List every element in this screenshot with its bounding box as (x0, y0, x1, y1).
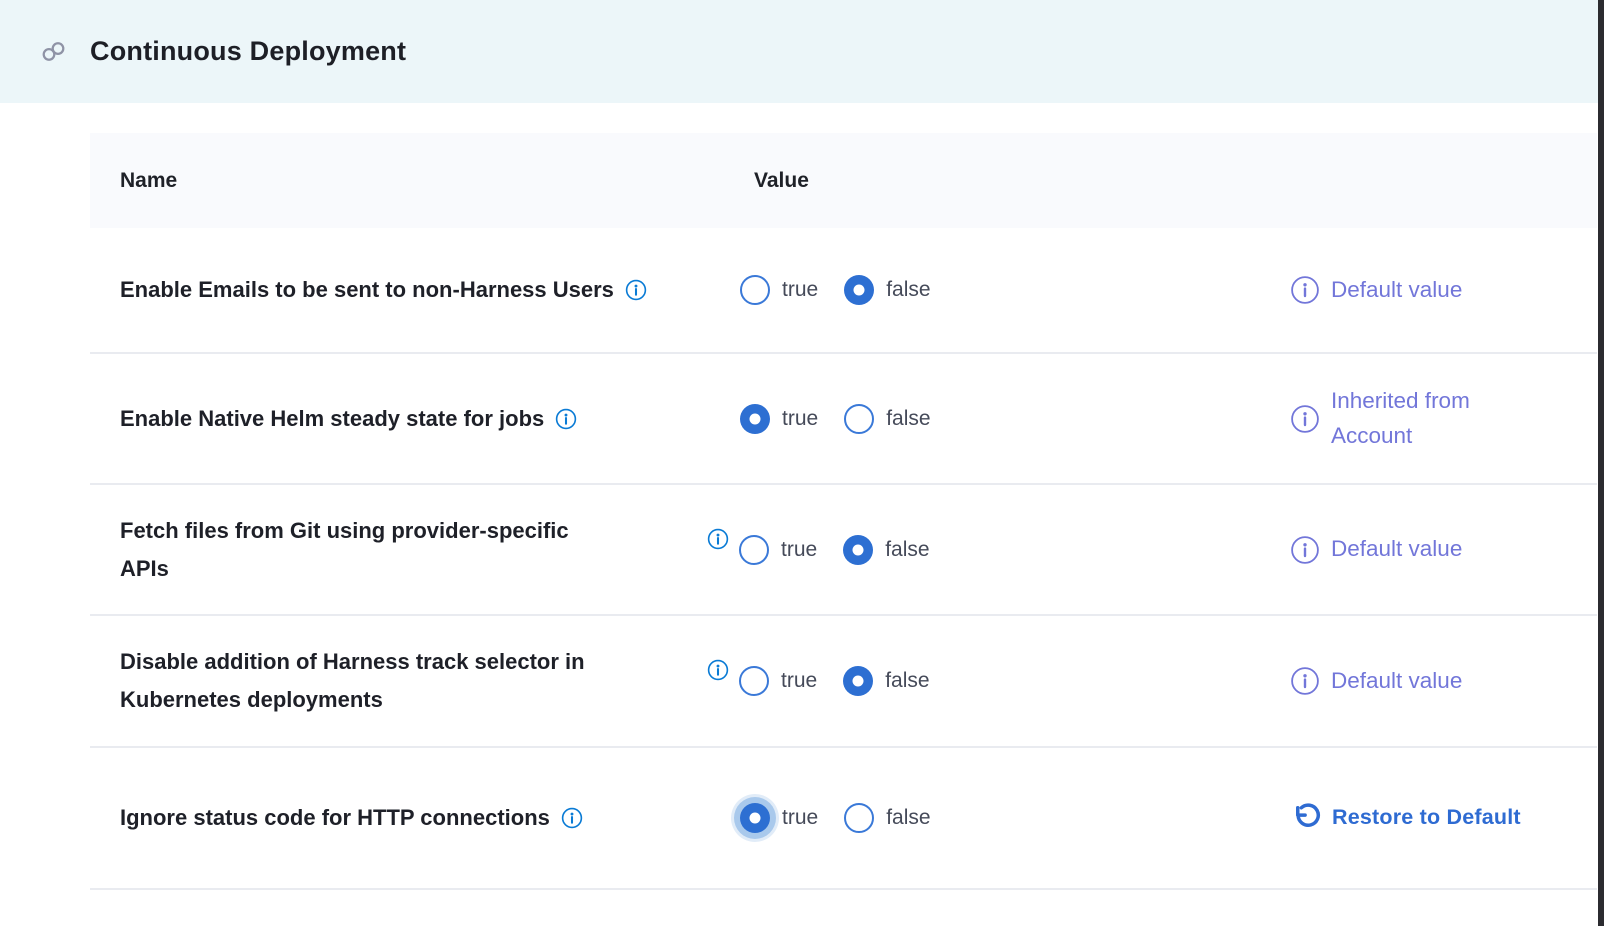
setting-action-cell: Inherited from Account (1290, 384, 1597, 454)
setting-label: Disable addition of Harness track select… (120, 649, 585, 712)
info-icon[interactable] (707, 659, 729, 681)
radio-false[interactable] (844, 275, 874, 305)
setting-action-cell: Default value (1290, 532, 1597, 567)
link-icon[interactable] (40, 38, 67, 65)
info-icon[interactable] (707, 528, 729, 550)
radio-true-label[interactable]: true (782, 407, 818, 431)
info-icon[interactable] (625, 279, 647, 301)
setting-label: Fetch files from Git using provider-spec… (120, 518, 569, 581)
setting-label: Enable Native Helm steady state for jobs (120, 406, 544, 431)
setting-name-cell: Disable addition of Harness track select… (90, 643, 740, 719)
table-header-row: Name Value (90, 133, 1597, 228)
info-icon[interactable] (561, 807, 583, 829)
action-label[interactable]: Restore to Default (1332, 801, 1521, 834)
radio-false[interactable] (844, 803, 874, 833)
radio-option-true[interactable]: true (740, 404, 818, 434)
radio-option-true[interactable]: true (740, 803, 818, 833)
radio-true-label[interactable]: true (781, 669, 817, 693)
info-icon[interactable] (555, 408, 577, 430)
restore-icon[interactable] (1290, 803, 1321, 834)
radio-false[interactable] (843, 666, 873, 696)
radio-false-label[interactable]: false (885, 669, 929, 693)
section-header: Continuous Deployment (0, 0, 1604, 103)
radio-option-true[interactable]: true (739, 666, 817, 696)
setting-value-cell: true false (740, 803, 1290, 833)
setting-action-cell: Default value (1290, 273, 1597, 308)
window-edge (1598, 0, 1604, 926)
setting-action-cell: Restore to Default (1290, 801, 1597, 834)
radio-option-false[interactable]: false (844, 275, 930, 305)
setting-label: Enable Emails to be sent to non-Harness … (120, 277, 614, 302)
setting-value-cell: true false (740, 666, 1290, 696)
info-icon[interactable] (1290, 535, 1320, 565)
radio-true[interactable] (740, 275, 770, 305)
setting-action-cell: Default value (1290, 664, 1597, 699)
radio-option-false[interactable]: false (843, 666, 929, 696)
table-row: Ignore status code for HTTP connections … (90, 748, 1597, 890)
radio-option-false[interactable]: false (844, 803, 930, 833)
radio-false[interactable] (843, 535, 873, 565)
radio-false[interactable] (844, 404, 874, 434)
radio-true[interactable] (740, 404, 770, 434)
setting-value-cell: true false (740, 275, 1290, 305)
table-row: Enable Native Helm steady state for jobs… (90, 354, 1597, 485)
setting-name-cell: Fetch files from Git using provider-spec… (90, 512, 740, 588)
radio-true[interactable] (739, 535, 769, 565)
page-title: Continuous Deployment (90, 36, 406, 67)
column-header-value: Value (740, 169, 1290, 193)
radio-false-label[interactable]: false (886, 806, 930, 830)
radio-option-false[interactable]: false (844, 404, 930, 434)
setting-value-cell: true false (740, 535, 1290, 565)
action-label[interactable]: Default value (1331, 273, 1462, 308)
radio-option-false[interactable]: false (843, 535, 929, 565)
radio-true[interactable] (739, 666, 769, 696)
column-header-name: Name (90, 169, 740, 193)
radio-false-label[interactable]: false (885, 538, 929, 562)
radio-true[interactable] (740, 803, 770, 833)
radio-true-label[interactable]: true (782, 278, 818, 302)
radio-option-true[interactable]: true (739, 535, 817, 565)
action-label[interactable]: Inherited from Account (1331, 384, 1470, 454)
radio-true-label[interactable]: true (782, 806, 818, 830)
setting-name-cell: Ignore status code for HTTP connections (90, 799, 740, 837)
table-row: Fetch files from Git using provider-spec… (90, 485, 1597, 616)
info-icon[interactable] (1290, 275, 1320, 305)
radio-false-label[interactable]: false (886, 278, 930, 302)
radio-false-label[interactable]: false (886, 407, 930, 431)
settings-table: Name Value Enable Emails to be sent to n… (90, 133, 1597, 890)
action-label[interactable]: Default value (1331, 532, 1462, 567)
setting-value-cell: true false (740, 404, 1290, 434)
setting-name-cell: Enable Emails to be sent to non-Harness … (90, 271, 740, 309)
info-icon[interactable] (1290, 404, 1320, 434)
radio-true-label[interactable]: true (781, 538, 817, 562)
info-icon[interactable] (1290, 666, 1320, 696)
radio-option-true[interactable]: true (740, 275, 818, 305)
action-label[interactable]: Default value (1331, 664, 1462, 699)
setting-name-cell: Enable Native Helm steady state for jobs (90, 400, 740, 438)
table-row: Enable Emails to be sent to non-Harness … (90, 228, 1597, 354)
table-row: Disable addition of Harness track select… (90, 616, 1597, 748)
setting-label: Ignore status code for HTTP connections (120, 805, 550, 830)
table-body: Enable Emails to be sent to non-Harness … (90, 228, 1597, 890)
